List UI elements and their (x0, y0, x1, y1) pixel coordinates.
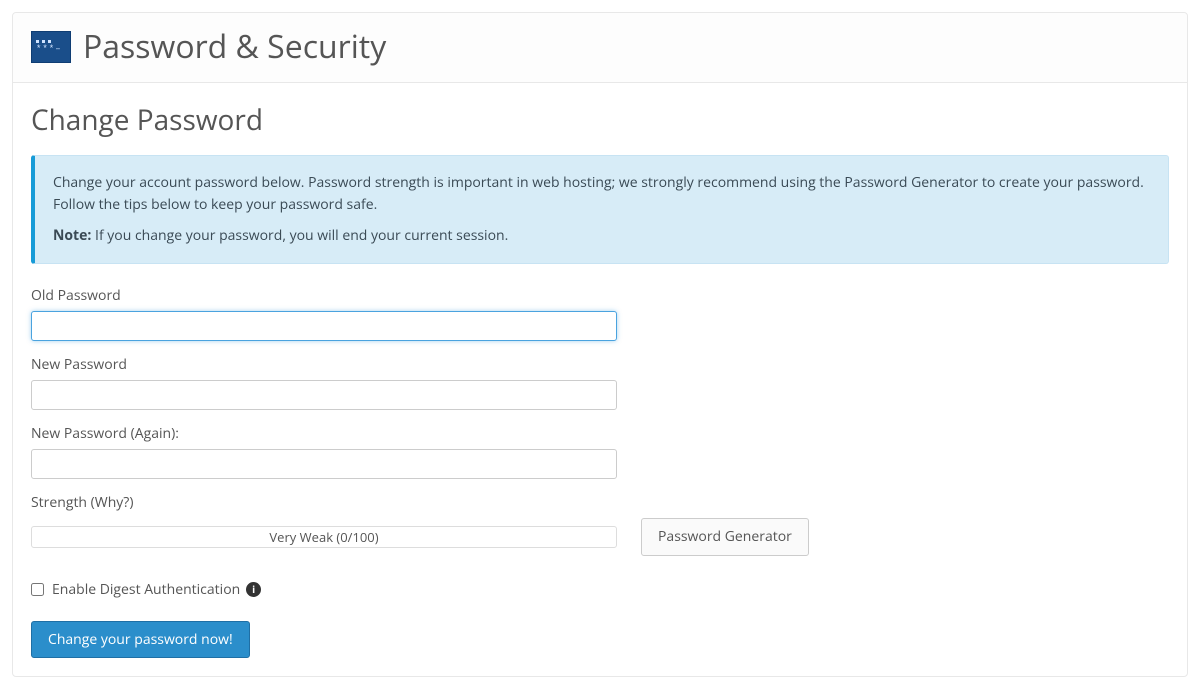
new-password-again-input[interactable] (31, 449, 617, 479)
old-password-group: Old Password (31, 286, 1169, 341)
new-password-input[interactable] (31, 380, 617, 410)
callout-intro-text: Change your account password below. Pass… (53, 172, 1150, 215)
strength-label: Strength (Why?) (31, 493, 1169, 512)
strength-why-link[interactable]: (Why?) (91, 493, 134, 512)
old-password-label: Old Password (31, 286, 1169, 305)
strength-label-prefix: Strength (31, 493, 91, 512)
info-callout: Change your account password below. Pass… (31, 155, 1169, 264)
section-title: Change Password (31, 101, 1169, 139)
content-area: Change Password Change your account pass… (13, 83, 1187, 676)
callout-note-label: Note: (53, 226, 91, 245)
old-password-input[interactable] (31, 311, 617, 341)
change-password-submit-button[interactable]: Change your password now! (31, 621, 250, 659)
digest-auth-label: Enable Digest Authentication (52, 580, 240, 599)
callout-note-text: If you change your password, you will en… (91, 226, 508, 245)
new-password-label: New Password (31, 355, 1169, 374)
callout-note: Note: If you change your password, you w… (53, 225, 1150, 247)
strength-meter-text: Very Weak (0/100) (269, 528, 378, 546)
strength-meter: Very Weak (0/100) (31, 526, 617, 548)
strength-group: Strength (Why?) Very Weak (0/100) Passwo… (31, 493, 1169, 556)
new-password-again-label: New Password (Again): (31, 424, 1169, 443)
page-header: ***– Password & Security (13, 13, 1187, 83)
new-password-group: New Password (31, 355, 1169, 410)
info-icon[interactable]: i (246, 582, 261, 597)
new-password-again-group: New Password (Again): (31, 424, 1169, 479)
password-generator-button[interactable]: Password Generator (641, 518, 809, 556)
digest-auth-row: Enable Digest Authentication i (31, 580, 1169, 599)
page-title: Password & Security (83, 25, 386, 68)
password-security-icon: ***– (31, 31, 71, 63)
